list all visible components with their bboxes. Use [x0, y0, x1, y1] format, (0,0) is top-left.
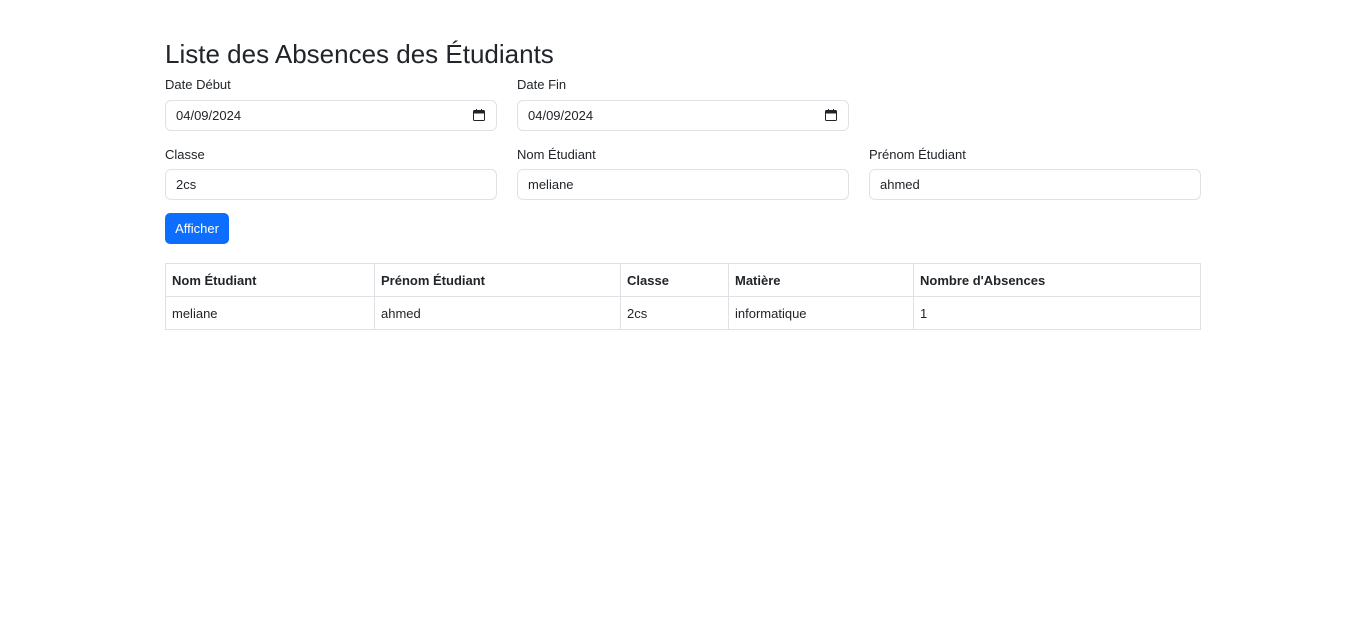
classe-label: Classe	[165, 147, 205, 162]
date-fin-input[interactable]: 04/09/2024	[517, 100, 849, 131]
date-fin-value: 04/09/2024	[528, 108, 594, 123]
classe-group: Classe 2cs	[165, 147, 497, 200]
header-nombre-absences: Nombre d'Absences	[913, 263, 1201, 297]
date-debut-value: 04/09/2024	[176, 108, 242, 123]
cell-prenom: ahmed	[374, 296, 621, 330]
page-title: Liste des Absences des Étudiants	[165, 39, 554, 69]
cell-classe: 2cs	[620, 296, 729, 330]
cell-nombre-absences: 1	[913, 296, 1201, 330]
classe-value: 2cs	[176, 177, 197, 192]
header-prenom: Prénom Étudiant	[374, 263, 621, 297]
header-matiere: Matière	[728, 263, 914, 297]
calendar-icon[interactable]	[825, 109, 837, 121]
nom-etudiant-value: meliane	[528, 177, 574, 192]
prenom-etudiant-input[interactable]: ahmed	[869, 169, 1201, 200]
nom-etudiant-label: Nom Étudiant	[517, 147, 596, 162]
nom-etudiant-input[interactable]: meliane	[517, 169, 849, 200]
table-row: meliane ahmed 2cs informatique 1	[165, 296, 1201, 330]
afficher-button[interactable]: Afficher	[165, 213, 229, 244]
classe-input[interactable]: 2cs	[165, 169, 497, 200]
nom-etudiant-group: Nom Étudiant meliane	[517, 147, 849, 200]
prenom-etudiant-group: Prénom Étudiant ahmed	[869, 147, 1201, 200]
date-fin-group: Date Fin 04/09/2024	[517, 77, 849, 131]
cell-matiere: informatique	[728, 296, 914, 330]
absences-table: Nom Étudiant Prénom Étudiant Classe Mati…	[165, 263, 1201, 330]
calendar-icon[interactable]	[473, 109, 485, 121]
date-fin-label: Date Fin	[517, 77, 567, 92]
date-debut-group: Date Début 04/09/2024	[165, 77, 497, 131]
table-header-row: Nom Étudiant Prénom Étudiant Classe Mati…	[165, 263, 1201, 297]
header-classe: Classe	[620, 263, 729, 297]
cell-nom: meliane	[165, 296, 375, 330]
prenom-etudiant-value: ahmed	[880, 177, 920, 192]
date-debut-label: Date Début	[165, 77, 231, 92]
header-nom: Nom Étudiant	[165, 263, 375, 297]
prenom-etudiant-label: Prénom Étudiant	[869, 147, 966, 162]
date-debut-input[interactable]: 04/09/2024	[165, 100, 497, 131]
